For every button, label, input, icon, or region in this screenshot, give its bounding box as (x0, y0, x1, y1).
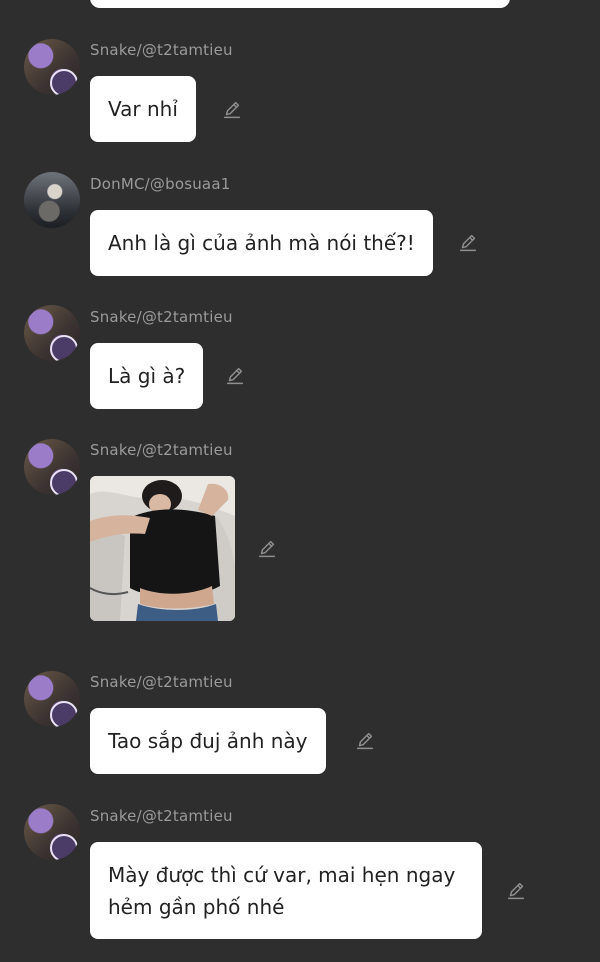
message-username: Snake/@t2tamtieu (90, 441, 233, 459)
avatar[interactable] (24, 671, 80, 727)
message-bubble[interactable]: Var nhỉ (90, 76, 196, 142)
avatar[interactable] (24, 439, 80, 495)
message-username: Snake/@t2tamtieu (90, 308, 233, 326)
message-username: DonMC/@bosuaa1 (90, 175, 231, 193)
avatar[interactable] (24, 305, 80, 361)
message-bubble[interactable]: Mày được thì cứ var, mai hẹn ngay hẻm gầ… (90, 842, 482, 939)
edit-pencil-icon[interactable] (224, 365, 246, 387)
edit-pencil-icon[interactable] (505, 880, 527, 902)
message-username: Snake/@t2tamtieu (90, 41, 233, 59)
message-photo[interactable] (90, 476, 235, 621)
avatar[interactable] (24, 172, 80, 228)
edit-pencil-icon[interactable] (354, 730, 376, 752)
message-bubble[interactable]: Là gì à? (90, 343, 204, 409)
avatar[interactable] (24, 804, 80, 860)
message-bubble[interactable]: Anh là gì của ảnh mà nói thế?! (90, 210, 433, 276)
message-username: Snake/@t2tamtieu (90, 807, 233, 825)
avatar[interactable] (24, 39, 80, 95)
previous-message-bubble (90, 0, 510, 8)
message-username: Snake/@t2tamtieu (90, 673, 233, 691)
photo-illustration (90, 476, 235, 621)
edit-pencil-icon[interactable] (221, 99, 243, 121)
edit-pencil-icon[interactable] (256, 538, 278, 560)
message-text-line: Mày được thì cứ var, mai hẹn ngay (108, 863, 456, 887)
message-text-line: hẻm gần phố nhé (108, 895, 285, 919)
edit-pencil-icon[interactable] (457, 232, 479, 254)
message-bubble[interactable]: Tao sắp đuj ảnh này (90, 708, 326, 774)
